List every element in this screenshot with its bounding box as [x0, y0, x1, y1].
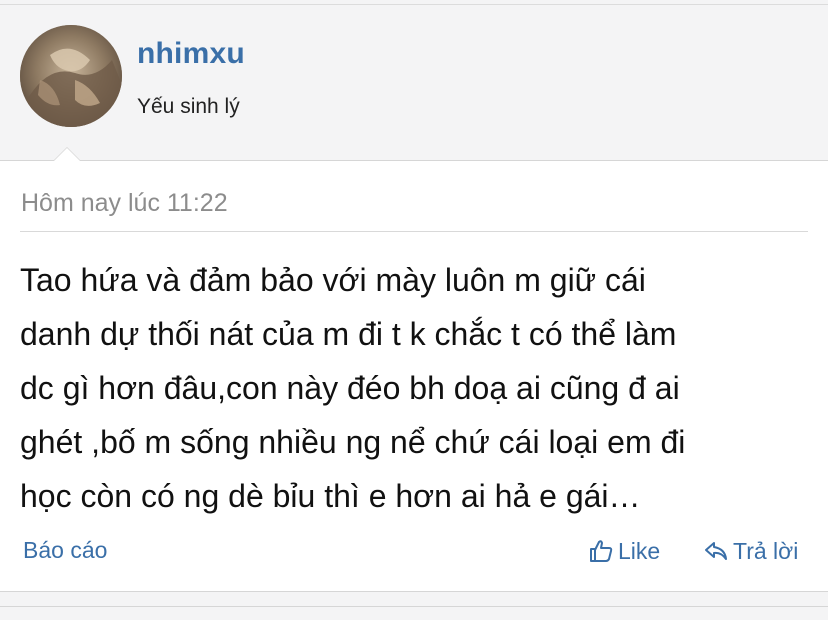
user-title: Yếu sinh lý [137, 95, 240, 118]
timestamp-divider [20, 231, 808, 232]
post-message: Tao hứa và đảm bảo với mày luôn m giữ cá… [20, 262, 686, 514]
reply-label: Trả lời [733, 537, 799, 564]
like-button[interactable]: Like [588, 535, 660, 567]
post-page: nhimxu Yếu sinh lý Hôm nay lúc 11:22 Tao… [0, 0, 828, 620]
post-card: Hôm nay lúc 11:22 Tao hứa và đảm bảo với… [0, 147, 828, 592]
reply-arrow-icon [703, 538, 729, 564]
avatar-image [20, 25, 122, 127]
username[interactable]: nhimxu [137, 37, 245, 71]
post-actions: Báo cáo Like Trả lời [0, 531, 828, 571]
post-timestamp: Hôm nay lúc 11:22 [21, 189, 228, 217]
thumbs-up-icon [588, 538, 614, 564]
post-header: nhimxu Yếu sinh lý [0, 5, 828, 160]
reply-button[interactable]: Trả lời [703, 535, 798, 567]
post-footer [0, 592, 828, 620]
like-label: Like [618, 537, 661, 564]
speech-pointer [53, 147, 81, 161]
footer-divider [0, 606, 828, 607]
avatar[interactable] [20, 25, 122, 127]
report-link[interactable]: Báo cáo [23, 537, 107, 564]
